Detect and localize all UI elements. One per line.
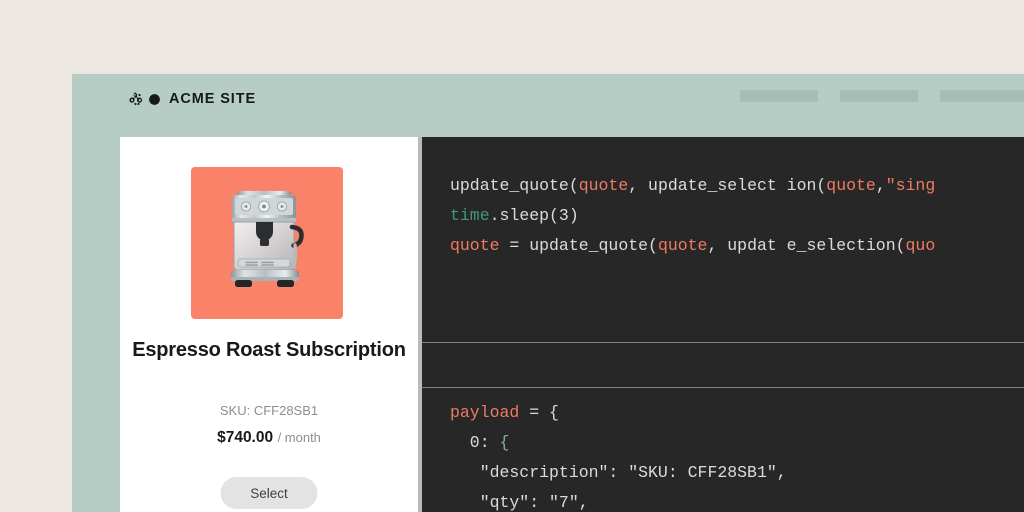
- espresso-machine-illustration: [231, 191, 304, 287]
- code-line: 0: {: [450, 428, 1024, 458]
- code-line: time.sleep(3): [450, 201, 1024, 231]
- code-line: "description": "SKU: CFF28SB1",: [450, 458, 1024, 488]
- nav-placeholder-2[interactable]: [840, 90, 918, 102]
- code-token: , updat e_selection(: [707, 236, 906, 255]
- code-token: time: [450, 206, 490, 225]
- code-token: 0:: [450, 433, 500, 452]
- code-token: quote: [826, 176, 876, 195]
- nav-placeholder-group: [740, 90, 1024, 102]
- brand-mark: [128, 91, 162, 108]
- code-token: payload: [450, 403, 520, 422]
- product-card: Espresso Roast Subscription SKU: CFF28SB…: [120, 137, 418, 512]
- code-token: quote: [578, 176, 629, 195]
- code-token: quote: [657, 236, 708, 255]
- code-token: ,: [875, 176, 886, 195]
- code-token: "sing: [885, 176, 936, 195]
- code-panel: update_quote(quote, update_select ion(qu…: [418, 137, 1024, 512]
- code-token: quo: [905, 236, 936, 255]
- nav-placeholder-3[interactable]: [940, 90, 1024, 102]
- code-token: , update_select ion(: [628, 176, 827, 195]
- code-block-top[interactable]: update_quote(quote, update_select ion(qu…: [422, 137, 1024, 342]
- site-window: ACME SITE Espresso Roast Subscription SK…: [72, 74, 1024, 512]
- product-title: Espresso Roast Subscription: [132, 339, 406, 361]
- brand-name: ACME SITE: [169, 90, 257, 107]
- screenshot-canvas: ACME SITE Espresso Roast Subscription SK…: [0, 0, 1024, 512]
- product-image: [191, 167, 343, 319]
- code-token: = {: [519, 403, 559, 422]
- code-block-payload[interactable]: payload = { 0: { "description": "SKU: CF…: [422, 386, 1024, 512]
- filled-circle-icon: [149, 93, 160, 105]
- product-price: $740.00 / month: [130, 429, 408, 447]
- code-line: update_quote(quote, update_select ion(qu…: [450, 171, 1024, 201]
- code-token: .sleep(3): [489, 206, 579, 225]
- select-button[interactable]: Select: [220, 477, 318, 509]
- code-token: "description": "SKU: CFF28SB1",: [450, 463, 787, 482]
- nav-placeholder-1[interactable]: [740, 90, 818, 102]
- code-block-divider[interactable]: [422, 342, 1024, 388]
- code-token: {: [499, 433, 510, 452]
- code-line: quote = update_quote(quote, updat e_sele…: [450, 231, 1024, 261]
- product-sku: SKU: CFF28SB1: [219, 403, 319, 418]
- code-token: "qty": "7",: [450, 493, 589, 512]
- site-header: ACME SITE: [72, 74, 1024, 137]
- code-line: "qty": "7",: [450, 488, 1024, 512]
- code-line: payload = {: [450, 398, 1024, 428]
- code-token: = update_quote(: [499, 236, 658, 255]
- command-clover-icon: [129, 92, 143, 105]
- brand-logo[interactable]: ACME SITE: [128, 87, 256, 111]
- price-amount: $740.00: [217, 429, 274, 446]
- price-period: / month: [277, 430, 321, 445]
- code-token: update_quote(: [450, 176, 579, 195]
- code-token: quote: [450, 236, 500, 255]
